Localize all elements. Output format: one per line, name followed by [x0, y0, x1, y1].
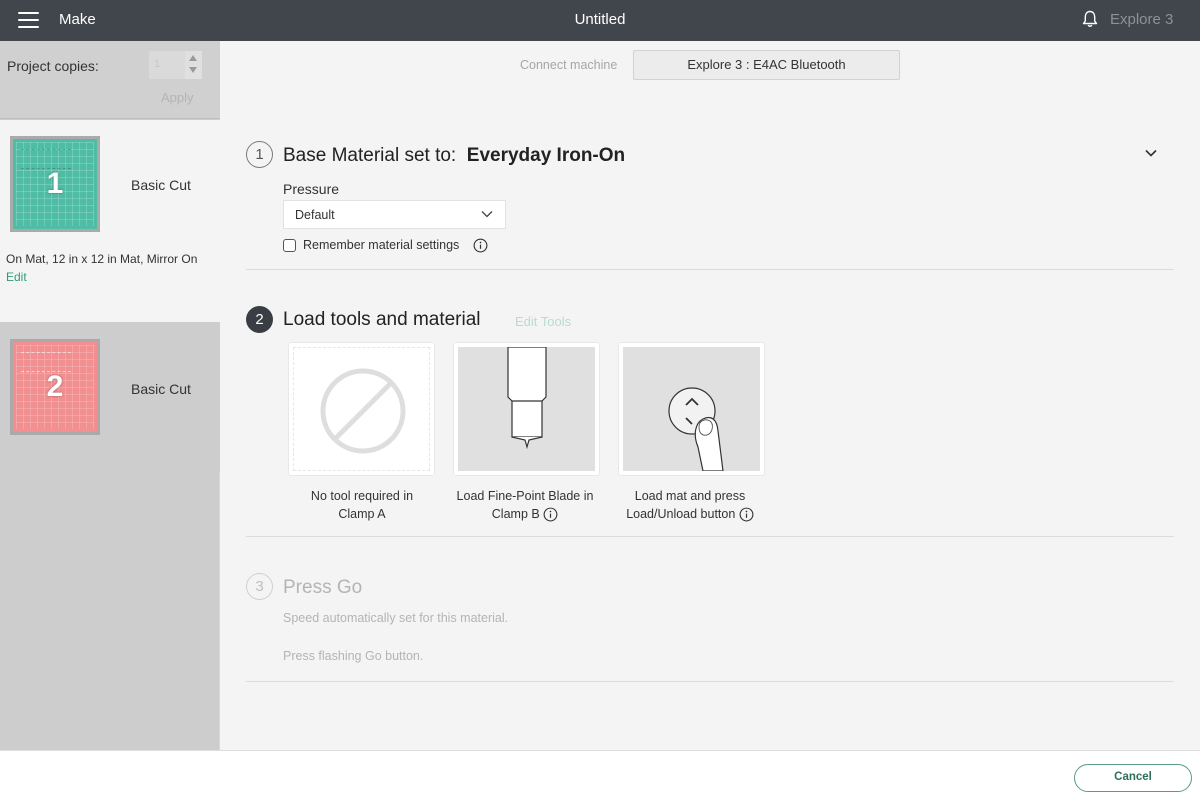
project-copies-label: Project copies: — [7, 58, 99, 74]
edit-tools-link[interactable]: Edit Tools — [515, 314, 571, 329]
base-material-name: Everyday Iron-On — [466, 145, 626, 166]
tool-caption-clamp-a: No tool required in Clamp A — [287, 487, 437, 523]
stepper-arrows[interactable] — [185, 51, 202, 79]
pressure-label: Pressure — [283, 181, 340, 197]
project-copies-value[interactable]: 1 — [154, 58, 160, 70]
mat-info: On Mat, 12 in x 12 in Mat, Mirror On — [6, 252, 198, 266]
divider — [246, 536, 1174, 537]
tool-caption-load-mat: Load mat and press Load/Unload button — [615, 487, 765, 523]
document-title: Untitled — [574, 11, 626, 28]
mat-design-preview — [21, 149, 71, 169]
tool-image — [458, 347, 595, 471]
caption-line-with-info: Load/Unload button — [615, 505, 765, 523]
step-3-title: Press Go — [283, 577, 363, 598]
stepper-down-icon[interactable] — [189, 67, 197, 73]
info-icon[interactable] — [473, 238, 488, 253]
top-bar: Make Untitled Explore 3 — [0, 0, 1200, 41]
mat-edit-link[interactable]: Edit — [6, 270, 27, 284]
mat-thumbnail-1[interactable]: 1 — [10, 136, 100, 232]
tool-card-clamp-a — [288, 342, 435, 476]
step-2-badge: 2 — [246, 306, 273, 333]
step-2-title: Load tools and material — [283, 309, 481, 330]
chevron-down-icon[interactable] — [1143, 145, 1159, 161]
tool-image — [623, 347, 760, 471]
step-1-badge: 1 — [246, 141, 273, 168]
machine-name[interactable]: Explore 3 — [1110, 11, 1173, 28]
info-icon[interactable] — [543, 507, 558, 522]
app-title: Make — [59, 11, 96, 28]
mat-sidebar: Project copies: 1 Apply 1 Basic Cut On M… — [0, 41, 220, 750]
caption-line: Load/Unload button — [626, 507, 736, 521]
tool-caption-clamp-b: Load Fine-Point Blade in Clamp B — [450, 487, 600, 523]
divider — [246, 269, 1174, 270]
info-icon[interactable] — [739, 507, 754, 522]
stepper-up-icon[interactable] — [189, 55, 197, 61]
step-3-badge: 3 — [246, 573, 273, 600]
bell-icon[interactable] — [1080, 9, 1100, 29]
pressure-dropdown[interactable]: Default — [283, 200, 506, 229]
mat-design-preview — [21, 352, 71, 372]
machine-select-button[interactable]: Explore 3 : E4AC Bluetooth — [633, 50, 900, 80]
caption-line: Load Fine-Point Blade in — [456, 489, 594, 503]
step-1-title: Base Material set to: Everyday Iron-On — [283, 145, 625, 167]
step-3-speed-note: Speed automatically set for this materia… — [283, 611, 509, 625]
connect-machine-label: Connect machine — [520, 58, 618, 72]
chevron-down-icon — [481, 211, 493, 218]
divider — [246, 681, 1174, 682]
tool-card-clamp-b — [453, 342, 600, 476]
caption-line-with-info: Clamp B — [450, 505, 600, 523]
caption-line: No tool required in — [310, 489, 414, 503]
project-copies-panel: Project copies: 1 Apply — [0, 41, 220, 119]
mat-number: 2 — [46, 370, 64, 403]
project-copies-stepper[interactable]: 1 — [149, 51, 202, 79]
load-unload-button-icon — [668, 387, 724, 471]
mat-card-2[interactable]: 2 Basic Cut — [0, 322, 220, 472]
caption-line: Clamp B — [491, 507, 540, 521]
step-3-go-note: Press flashing Go button. — [283, 649, 424, 663]
remember-settings-checkbox[interactable] — [283, 239, 296, 252]
footer-bar: Cancel — [0, 750, 1200, 801]
caption-line: Clamp A — [338, 507, 386, 521]
tool-image — [293, 347, 430, 471]
hamburger-menu-icon[interactable] — [18, 12, 39, 28]
remember-settings-label[interactable]: Remember material settings — [303, 238, 459, 252]
apply-button[interactable]: Apply — [161, 90, 194, 105]
mat-card-1[interactable]: 1 Basic Cut On Mat, 12 in x 12 in Mat, M… — [0, 120, 220, 322]
mat-thumbnail-2[interactable]: 2 — [10, 339, 100, 435]
cancel-button[interactable]: Cancel — [1074, 764, 1192, 792]
mat-label: Basic Cut — [131, 381, 191, 397]
pressure-value: Default — [295, 208, 335, 222]
mat-number: 1 — [46, 167, 64, 200]
mat-label: Basic Cut — [131, 177, 191, 193]
no-tool-icon — [320, 368, 406, 454]
step-1-title-prefix: Base Material set to: — [283, 145, 457, 166]
caption-line: Load mat and press — [634, 489, 746, 503]
tool-card-load-mat — [618, 342, 765, 476]
main-panel: Connect machine Explore 3 : E4AC Bluetoo… — [221, 41, 1200, 750]
fine-point-blade-icon — [507, 347, 547, 450]
